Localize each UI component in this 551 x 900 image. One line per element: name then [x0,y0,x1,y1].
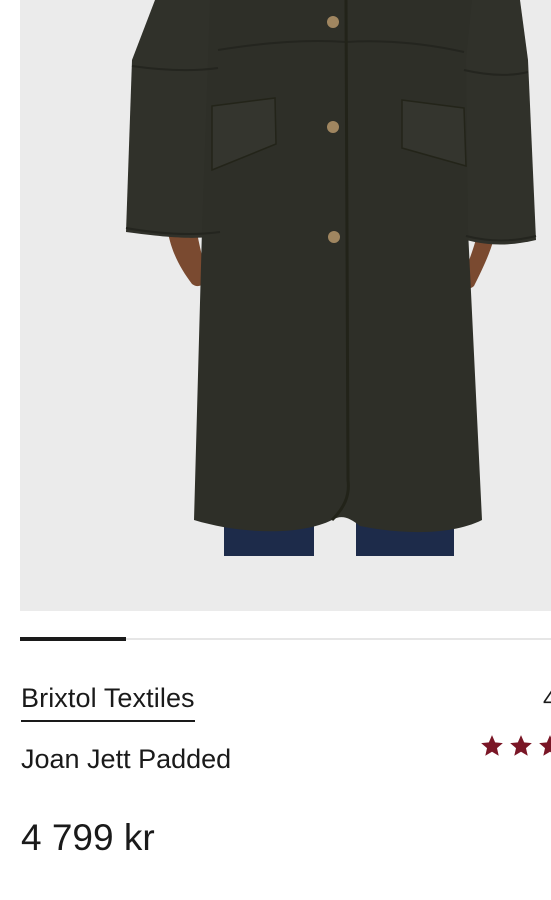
carousel-active-segment [20,637,127,641]
rating-stars[interactable] [479,733,551,761]
coat-photo [125,0,537,556]
star-icon [481,735,503,756]
product-image[interactable] [20,0,551,611]
product-page: Brixtol Textiles Joan Jett Padded 4 799 … [0,0,551,900]
product-price: 4 799 kr [21,817,155,858]
image-carousel-indicator[interactable] [20,637,551,641]
product-name: Joan Jett Padded [21,744,232,774]
star-icon [539,735,551,756]
rating-value: 4 [543,686,551,713]
star-icon [510,735,532,756]
brand-link[interactable]: Brixtol Textiles [21,682,195,722]
